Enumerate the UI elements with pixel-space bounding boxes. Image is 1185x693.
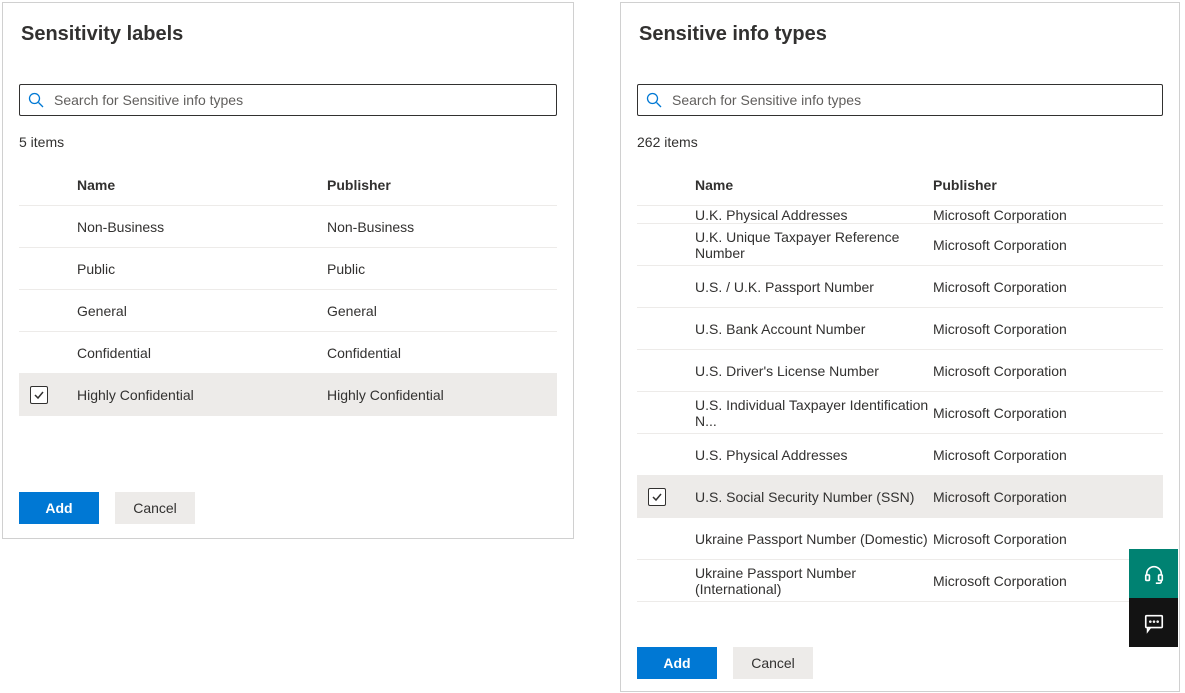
row-name: Public (59, 261, 327, 277)
header-name[interactable]: Name (59, 177, 327, 193)
row-publisher: Confidential (327, 345, 557, 361)
headset-icon (1143, 563, 1165, 585)
add-button[interactable]: Add (19, 492, 99, 524)
item-count: 262 items (637, 134, 1179, 150)
row-name: Ukraine Passport Number (Domestic) (677, 531, 933, 547)
table-header: Name Publisher (19, 164, 557, 206)
cancel-button[interactable]: Cancel (733, 647, 813, 679)
table-row[interactable]: PublicPublic (19, 248, 557, 290)
row-publisher: Microsoft Corporation (933, 489, 1163, 505)
table-row[interactable]: U.S. Bank Account NumberMicrosoft Corpor… (637, 308, 1163, 350)
search-input[interactable] (670, 91, 1154, 109)
search-input[interactable] (52, 91, 548, 109)
row-publisher: Microsoft Corporation (933, 237, 1163, 253)
table-header: Name Publisher (637, 164, 1163, 206)
feedback-button[interactable] (1129, 598, 1178, 647)
row-publisher: Microsoft Corporation (933, 447, 1163, 463)
panel-title: Sensitivity labels (21, 23, 573, 46)
item-count: 5 items (19, 134, 573, 150)
row-publisher: Non-Business (327, 219, 557, 235)
row-name: U.S. Social Security Number (SSN) (677, 489, 933, 505)
row-publisher: Microsoft Corporation (933, 279, 1163, 295)
row-publisher: Public (327, 261, 557, 277)
row-name: U.S. Bank Account Number (677, 321, 933, 337)
row-name: U.S. Individual Taxpayer Identification … (677, 397, 933, 429)
header-publisher[interactable]: Publisher (933, 177, 1163, 193)
row-name: U.S. Physical Addresses (677, 447, 933, 463)
table-row-partial[interactable]: U.K. Physical Addresses Microsoft Corpor… (637, 206, 1163, 224)
chat-icon (1143, 612, 1165, 634)
row-name: U.K. Physical Addresses (677, 207, 933, 223)
row-name: Highly Confidential (59, 387, 327, 403)
row-publisher: Microsoft Corporation (933, 531, 1163, 547)
row-publisher: Microsoft Corporation (933, 405, 1163, 421)
row-name: U.K. Unique Taxpayer Reference Number (677, 229, 933, 261)
row-publisher: Highly Confidential (327, 387, 557, 403)
search-icon (646, 92, 662, 108)
row-name: U.S. / U.K. Passport Number (677, 279, 933, 295)
panel-title: Sensitive info types (639, 23, 1179, 46)
row-publisher: General (327, 303, 557, 319)
table-row[interactable]: GeneralGeneral (19, 290, 557, 332)
table-row[interactable]: U.S. Individual Taxpayer Identification … (637, 392, 1163, 434)
table-row[interactable]: U.S. Physical AddressesMicrosoft Corpora… (637, 434, 1163, 476)
table-row[interactable]: Ukraine Passport Number (International)M… (637, 560, 1163, 602)
header-publisher[interactable]: Publisher (327, 177, 557, 193)
checkbox-checked[interactable] (648, 488, 666, 506)
row-name: U.S. Driver's License Number (677, 363, 933, 379)
table-row[interactable]: U.S. / U.K. Passport NumberMicrosoft Cor… (637, 266, 1163, 308)
row-name: Confidential (59, 345, 327, 361)
table-row[interactable]: U.S. Social Security Number (SSN)Microso… (637, 476, 1163, 518)
row-publisher: Microsoft Corporation (933, 363, 1163, 379)
checkbox-checked[interactable] (30, 386, 48, 404)
table-row[interactable]: ConfidentialConfidential (19, 332, 557, 374)
row-name: General (59, 303, 327, 319)
info-types-table: Name Publisher U.K. Physical Addresses M… (637, 164, 1163, 602)
row-name: Ukraine Passport Number (International) (677, 565, 933, 597)
search-box[interactable] (637, 84, 1163, 116)
table-row[interactable]: U.K. Unique Taxpayer Reference NumberMic… (637, 224, 1163, 266)
table-row[interactable]: U.S. Driver's License NumberMicrosoft Co… (637, 350, 1163, 392)
row-name: Non-Business (59, 219, 327, 235)
table-row[interactable]: Ukraine Passport Number (Domestic)Micros… (637, 518, 1163, 560)
row-publisher: Microsoft Corporation (933, 321, 1163, 337)
sensitivity-labels-panel: Sensitivity labels 5 items Name Publishe… (2, 2, 574, 539)
sensitive-info-types-panel: Sensitive info types 262 items Name Publ… (620, 2, 1180, 692)
search-icon (28, 92, 44, 108)
header-name[interactable]: Name (677, 177, 933, 193)
row-publisher: Microsoft Corporation (933, 207, 1163, 223)
help-button[interactable] (1129, 549, 1178, 598)
table-row[interactable]: Highly ConfidentialHighly Confidential (19, 374, 557, 416)
add-button[interactable]: Add (637, 647, 717, 679)
table-row[interactable]: Non-BusinessNon-Business (19, 206, 557, 248)
labels-table: Name Publisher Non-BusinessNon-BusinessP… (19, 164, 557, 416)
search-box[interactable] (19, 84, 557, 116)
cancel-button[interactable]: Cancel (115, 492, 195, 524)
